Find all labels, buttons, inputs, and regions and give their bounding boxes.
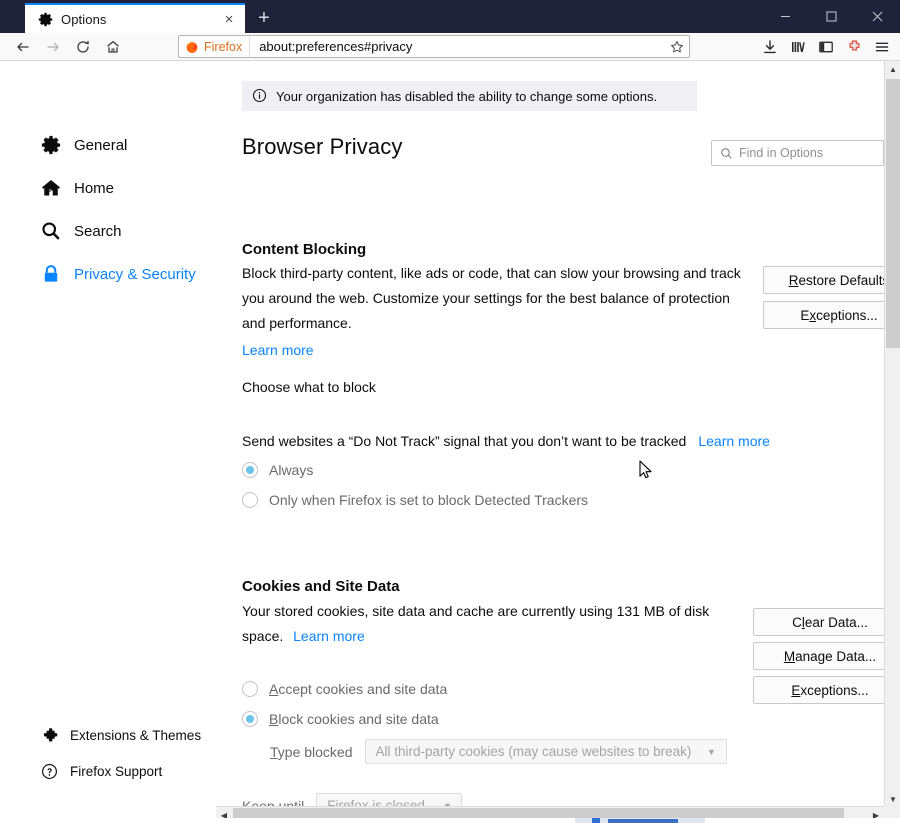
firefox-window: Options × + Firefox about:preferences#pr…	[0, 0, 900, 823]
content-blocking-exceptions-button[interactable]: Exceptions...	[763, 301, 884, 329]
content-blocking-heading: Content Blocking	[242, 241, 367, 258]
menu-icon[interactable]	[868, 34, 896, 60]
lock-icon	[40, 263, 62, 285]
sidebar-item-label: General	[74, 136, 128, 154]
cookies-description-line1: Your stored cookies, site data and cache…	[242, 603, 710, 619]
preferences-viewport: Your organization has disabled the abili…	[0, 61, 884, 808]
vertical-scrollbar[interactable]: ▲ ▼	[884, 61, 900, 808]
underlying-page-bleed	[0, 818, 900, 823]
sidebar-icon[interactable]	[812, 34, 840, 60]
tab-close-icon[interactable]: ×	[219, 9, 239, 29]
maximize-icon[interactable]	[808, 0, 854, 33]
type-blocked-dropdown[interactable]: All third-party cookies (may cause websi…	[364, 739, 727, 764]
identity-label: Firefox	[204, 39, 243, 54]
home-icon[interactable]	[98, 34, 128, 60]
cookies-option-label: Accept cookies and site data	[269, 681, 448, 697]
window-controls	[762, 0, 900, 33]
clear-data-button[interactable]: Clear Data...	[753, 608, 884, 636]
scroll-up-icon[interactable]: ▲	[885, 61, 900, 78]
tab-strip: Options × +	[25, 3, 279, 33]
radio-button[interactable]	[242, 462, 258, 478]
cookies-description: Your stored cookies, site data and cache…	[242, 599, 732, 649]
cookies-option-block[interactable]: Block cookies and site data	[242, 708, 439, 730]
manage-data-button[interactable]: Manage Data...	[753, 642, 884, 670]
tab-title: Options	[61, 11, 107, 27]
url-input[interactable]: about:preferences#privacy	[250, 39, 665, 54]
back-arrow-icon[interactable]	[8, 34, 38, 60]
preferences-sidebar: General Home Search Privacy & Security E…	[0, 61, 222, 808]
radio-button[interactable]	[242, 492, 258, 508]
do-not-track-learn-more-link[interactable]: Learn more	[698, 433, 770, 449]
forward-arrow-icon[interactable]	[38, 34, 68, 60]
question-circle-icon	[40, 762, 58, 780]
addon-icon[interactable]	[840, 34, 868, 60]
content-blocking-learn-more-link[interactable]: Learn more	[242, 342, 314, 358]
downloads-icon[interactable]	[756, 34, 784, 60]
library-icon[interactable]	[784, 34, 812, 60]
url-bar[interactable]: Firefox about:preferences#privacy	[178, 35, 690, 58]
sidebar-item-label: Extensions & Themes	[70, 727, 202, 743]
type-blocked-label: Type blocked	[270, 743, 353, 760]
dnt-option-only-when-blocking[interactable]: Only when Firefox is set to block Detect…	[242, 489, 588, 511]
cookies-option-accept[interactable]: Accept cookies and site data	[242, 678, 447, 700]
sidebar-item-label: Privacy & Security	[74, 265, 196, 283]
new-tab-button[interactable]: +	[249, 3, 279, 33]
puzzle-icon	[40, 726, 58, 744]
close-icon[interactable]	[854, 0, 900, 33]
dnt-option-always[interactable]: Always	[242, 459, 313, 481]
cookies-option-label: Block cookies and site data	[269, 711, 439, 727]
cookies-heading: Cookies and Site Data	[242, 578, 400, 595]
cookies-learn-more-link[interactable]: Learn more	[293, 628, 365, 644]
type-blocked-value: All third-party cookies (may cause websi…	[375, 744, 692, 759]
search-icon	[40, 220, 62, 242]
minimize-icon[interactable]	[762, 0, 808, 33]
do-not-track-row: Send websites a “Do Not Track” signal th…	[242, 433, 770, 449]
do-not-track-description: Send websites a “Do Not Track” signal th…	[242, 433, 687, 449]
tab-options[interactable]: Options ×	[25, 3, 245, 33]
sidebar-item-label: Firefox Support	[70, 763, 163, 779]
radio-button[interactable]	[242, 711, 258, 727]
firefox-logo-icon	[186, 41, 198, 53]
dnt-option-label: Always	[269, 462, 314, 478]
sidebar-item-search[interactable]: Search	[40, 215, 122, 247]
privacy-pane: Browser Privacy Content Blocking Block t…	[242, 61, 884, 808]
gear-icon	[37, 11, 53, 27]
gear-icon	[40, 134, 62, 156]
radio-button[interactable]	[242, 681, 258, 697]
type-blocked-row: Type blocked All third-party cookies (ma…	[270, 739, 727, 764]
identity-box[interactable]: Firefox	[179, 36, 251, 57]
preferences-content: Your organization has disabled the abili…	[0, 61, 900, 823]
restore-defaults-button[interactable]: Restore Defaults	[763, 266, 884, 294]
chevron-down-icon: ▼	[707, 746, 716, 757]
tab-bar: Options × +	[0, 0, 900, 33]
sidebar-item-general[interactable]: General	[40, 129, 127, 161]
sidebar-item-label: Search	[74, 222, 122, 240]
dnt-option-label: Only when Firefox is set to block Detect…	[269, 492, 589, 508]
cookies-exceptions-button[interactable]: Exceptions...	[753, 676, 884, 704]
sidebar-item-extensions-themes[interactable]: Extensions & Themes	[40, 722, 201, 748]
sidebar-item-home[interactable]: Home	[40, 172, 114, 204]
star-icon[interactable]	[665, 36, 689, 57]
page-title: Browser Privacy	[242, 134, 403, 159]
content-blocking-description: Block third-party content, like ads or c…	[242, 265, 741, 331]
vertical-scrollbar-thumb[interactable]	[886, 79, 900, 348]
sidebar-item-privacy-security[interactable]: Privacy & Security	[40, 258, 196, 290]
choose-what-to-block-label: Choose what to block	[242, 379, 376, 395]
reload-icon[interactable]	[68, 34, 98, 60]
cookies-description-line2: space.	[242, 628, 284, 644]
home-icon	[40, 177, 62, 199]
sidebar-item-label: Home	[74, 179, 115, 197]
sidebar-item-firefox-support[interactable]: Firefox Support	[40, 758, 162, 784]
toolbar-right-icons	[756, 34, 896, 60]
